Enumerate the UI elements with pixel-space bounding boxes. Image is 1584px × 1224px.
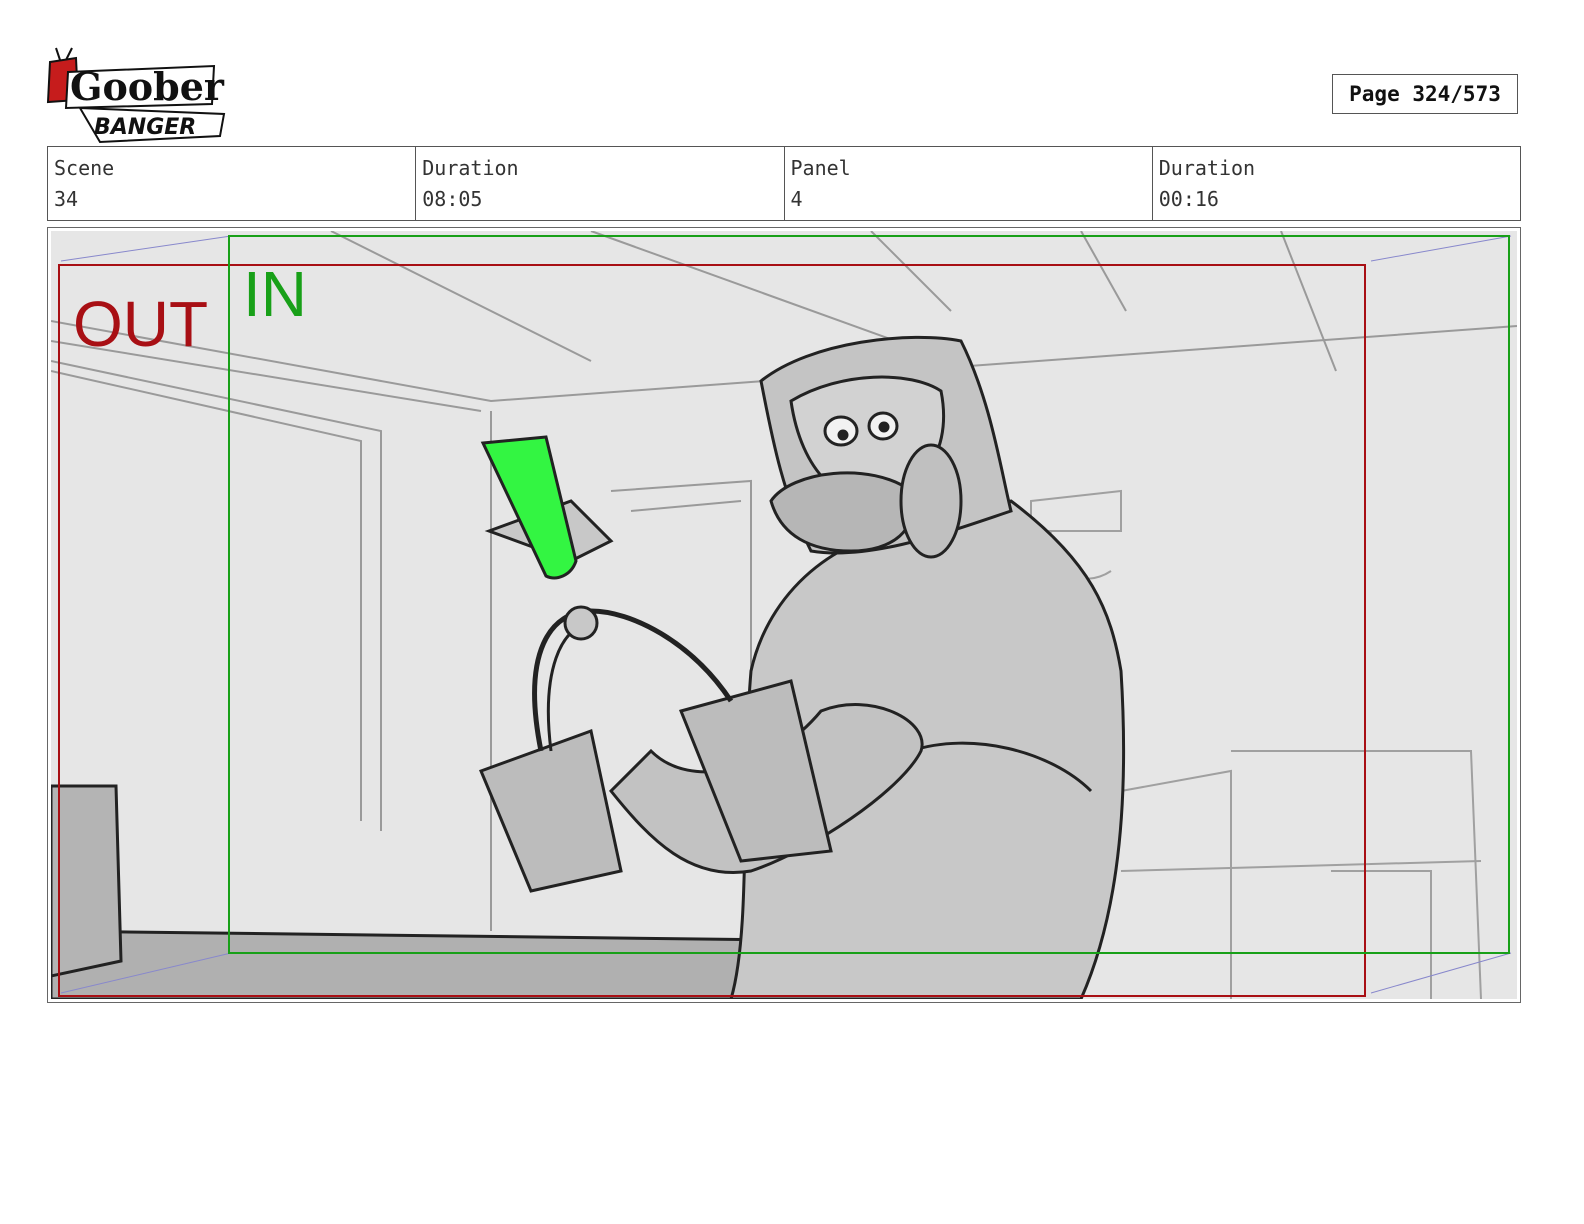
- storyboard-panel-frame: OUT IN: [47, 227, 1521, 1003]
- goober-banger-logo: Goober BANGER: [46, 44, 230, 148]
- scene-duration-cell: Duration 08:05: [416, 147, 785, 220]
- scene-value: 34: [54, 187, 79, 211]
- scene-duration-value: 08:05: [422, 187, 483, 211]
- storyboard-sketch: OUT IN: [51, 231, 1517, 999]
- panel-label: Panel: [790, 156, 851, 180]
- page-number: Page 324/573: [1332, 74, 1518, 114]
- scene-label: Scene: [54, 156, 115, 180]
- panel-duration-value: 00:16: [1158, 187, 1219, 211]
- logo-text-main: Goober: [70, 64, 225, 109]
- in-label: IN: [243, 258, 307, 330]
- side-box: [51, 784, 123, 978]
- scene-cell: Scene 34: [48, 147, 417, 220]
- panel-duration-label: Duration: [1158, 156, 1256, 180]
- panel-value: 4: [790, 187, 803, 211]
- panel-duration-cell: Duration 00:16: [1153, 147, 1520, 220]
- panel-cell: Panel 4: [785, 147, 1153, 220]
- out-label: OUT: [73, 288, 208, 360]
- logo-text-sub: BANGER: [94, 115, 196, 140]
- storyboard-info-table: Scene 34 Duration 08:05 Panel 4 Duration…: [47, 146, 1521, 221]
- scene-duration-label: Duration: [422, 156, 519, 180]
